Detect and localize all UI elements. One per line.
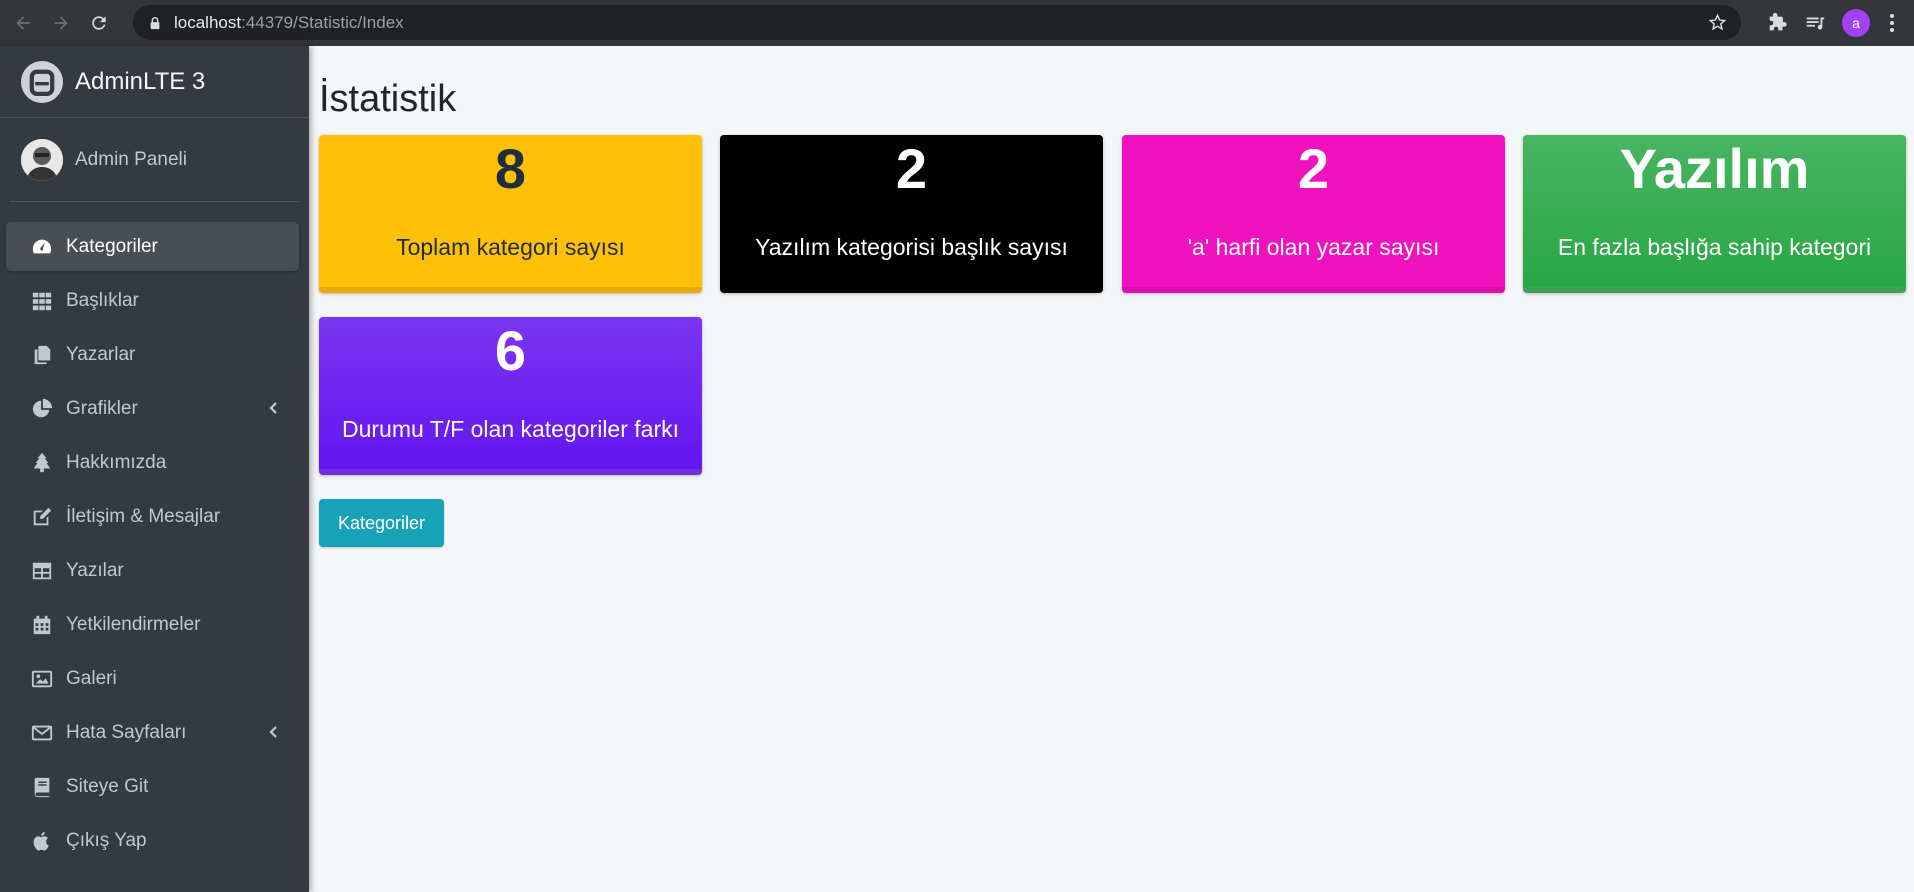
table-icon xyxy=(30,559,54,583)
user-panel[interactable]: Admin Paneli xyxy=(10,118,299,202)
kategoriler-button[interactable]: Kategoriler xyxy=(319,499,444,547)
book-icon xyxy=(30,775,54,799)
stat-label: 'a' harfi olan yazar sayısı xyxy=(1187,234,1440,260)
chevron-left-icon xyxy=(269,726,277,738)
forward-button[interactable] xyxy=(46,8,76,38)
stat-box-top-category: Yazılım En fazla başlığa sahip kategori xyxy=(1523,135,1906,293)
sidebar-item-yazarlar[interactable]: Yazarlar xyxy=(6,330,299,379)
sidebar-item-kategoriler[interactable]: Kategoriler xyxy=(6,222,299,271)
stat-box-status-diff: 6 Durumu T/F olan kategoriler farkı xyxy=(319,317,702,475)
sidebar-item-label: Grafikler xyxy=(66,397,138,419)
url-host: localhost xyxy=(174,12,242,32)
apple-icon xyxy=(30,829,54,853)
back-button[interactable] xyxy=(8,8,38,38)
stat-value: 8 xyxy=(494,137,527,200)
brand-text: AdminLTE 3 xyxy=(75,67,206,95)
arrow-left-icon xyxy=(16,16,30,30)
sidebar-item-label: Siteye Git xyxy=(66,775,149,797)
stat-value: 6 xyxy=(494,319,527,382)
sidebar-item-label: Hakkımızda xyxy=(66,451,167,473)
user-name: Admin Paneli xyxy=(75,148,187,170)
sidebar-item-yetkilendirmeler[interactable]: Yetkilendirmeler xyxy=(6,600,299,649)
sidebar-item-siteye-git[interactable]: Siteye Git xyxy=(6,762,299,811)
sidebar-item-label: İletişim & Mesajlar xyxy=(66,505,221,527)
reload-button[interactable] xyxy=(84,8,114,38)
edit-icon xyxy=(30,505,54,529)
main-content: İstatistik 8 Toplam kategori sayısı 2 Ya… xyxy=(309,46,1914,892)
stat-label: En fazla başlığa sahip kategori xyxy=(1557,234,1872,260)
sidebar-item-grafikler[interactable]: Grafikler xyxy=(6,384,299,433)
bookmark-star-icon[interactable] xyxy=(1708,13,1727,32)
url-path: :44379/Statistic/Index xyxy=(241,12,404,32)
tree-icon xyxy=(30,451,54,475)
brand-logo-icon xyxy=(21,60,63,103)
envelope-icon xyxy=(30,721,54,745)
extensions-puzzle-icon[interactable] xyxy=(1766,12,1788,34)
sidebar-item-label: Yazarlar xyxy=(66,343,136,365)
sidebar-item-label: Yazılar xyxy=(66,559,124,581)
sidebar-item-yazilar[interactable]: Yazılar xyxy=(6,546,299,595)
image-icon xyxy=(30,667,54,691)
sidebar-item-label: Yetkilendirmeler xyxy=(66,613,201,635)
stat-value: Yazılım xyxy=(1619,137,1810,200)
page-title: İstatistik xyxy=(319,78,457,120)
calendar-icon xyxy=(30,613,54,637)
stat-value: 2 xyxy=(1297,137,1330,200)
more-vertical-icon[interactable] xyxy=(1882,12,1902,34)
sidebar-item-hata-sayfalari[interactable]: Hata Sayfaları xyxy=(6,708,299,757)
sidebar-item-label: Başlıklar xyxy=(66,289,139,311)
sidebar-item-label: Çıkış Yap xyxy=(66,829,147,851)
browser-toolbar: localhost:44379/Statistic/Index a xyxy=(0,0,1914,46)
chart-pie-icon xyxy=(30,397,54,421)
sidebar-item-basliklar[interactable]: Başlıklar xyxy=(6,276,299,325)
sidebar-item-label: Kategoriler xyxy=(66,235,158,257)
profile-avatar[interactable]: a xyxy=(1842,9,1870,37)
user-avatar xyxy=(21,138,63,181)
sidebar-item-label: Hata Sayfaları xyxy=(66,721,187,743)
stat-label: Yazılım kategorisi başlık sayısı xyxy=(755,234,1068,260)
stat-box-software-titles: 2 Yazılım kategorisi başlık sayısı xyxy=(720,135,1103,293)
address-bar[interactable]: localhost:44379/Statistic/Index xyxy=(133,5,1741,40)
sidebar-menu: Kategoriler Başlıklar Yazarlar Grafikler… xyxy=(0,222,309,865)
stat-label: Durumu T/F olan kategoriler farkı xyxy=(341,416,680,442)
sidebar-item-iletisim[interactable]: İletişim & Mesajlar xyxy=(6,492,299,541)
sidebar-item-label: Galeri xyxy=(66,667,117,689)
sidebar-item-galeri[interactable]: Galeri xyxy=(6,654,299,703)
grid-icon xyxy=(30,289,54,313)
stat-box-total-categories: 8 Toplam kategori sayısı xyxy=(319,135,702,293)
arrow-right-icon xyxy=(54,16,68,30)
stat-value: 2 xyxy=(895,137,928,200)
lock-icon xyxy=(150,16,160,29)
sidebar-item-hakkimizda[interactable]: Hakkımızda xyxy=(6,438,299,487)
brand-link[interactable]: AdminLTE 3 xyxy=(0,46,309,118)
sidebar-item-cikis-yap[interactable]: Çıkış Yap xyxy=(6,816,299,865)
sidebar: AdminLTE 3 Admin Paneli Kategoriler Başl… xyxy=(0,46,309,892)
reload-icon xyxy=(92,16,106,30)
media-queue-icon[interactable] xyxy=(1804,12,1826,34)
stat-box-authors-with-a: 2 'a' harfi olan yazar sayısı xyxy=(1122,135,1505,293)
copy-icon xyxy=(30,343,54,367)
tachometer-icon xyxy=(30,235,54,259)
stat-label: Toplam kategori sayısı xyxy=(396,234,625,260)
chevron-left-icon xyxy=(269,402,277,414)
